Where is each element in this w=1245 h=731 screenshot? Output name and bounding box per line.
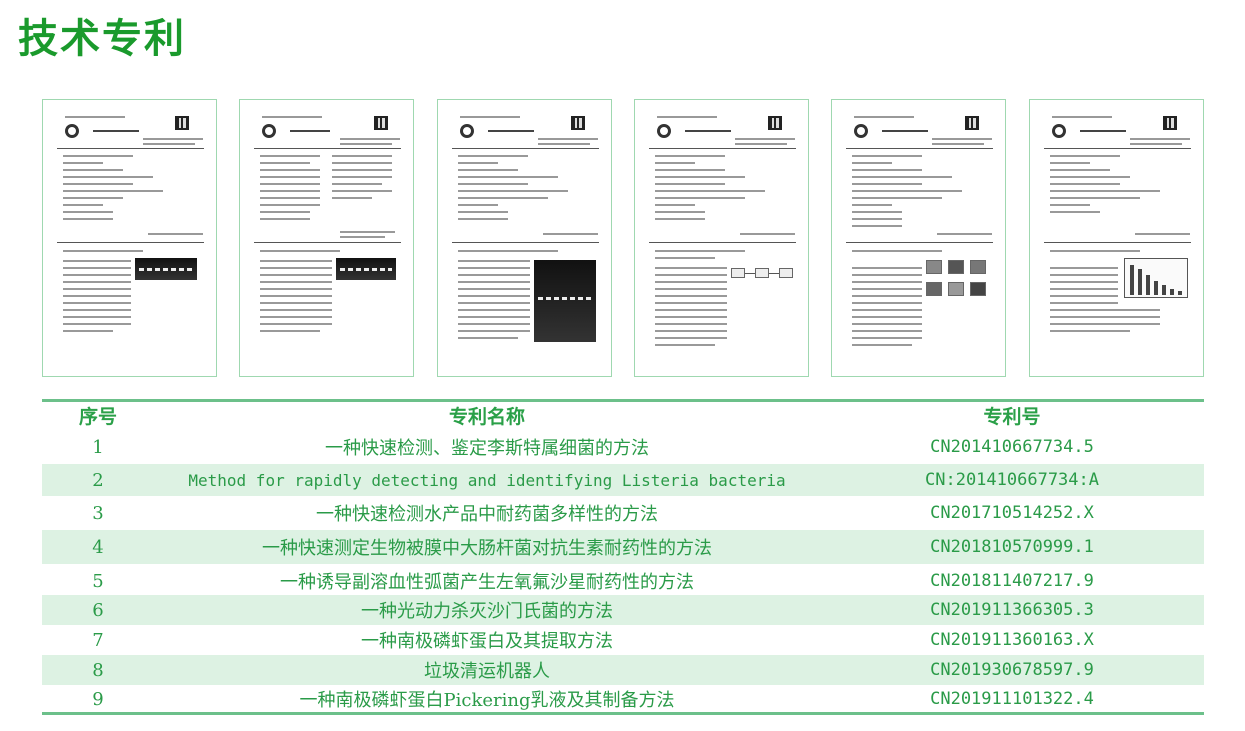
row-patent-name: 一种南极磷虾蛋白及其提取方法 [361, 631, 613, 652]
row-patent-name: 一种南极磷虾蛋白Pickering乳液及其制备方法 [299, 690, 675, 711]
table-row: 5 一种诱导副溶血性弧菌产生左氧氟沙星耐药性的方法 CN201811407217… [42, 566, 1204, 596]
row-patent-name: Method for rapidly detecting and identif… [188, 470, 786, 490]
row-index: 6 [92, 599, 104, 621]
row-patent-name: 一种快速检测水产品中耐药菌多样性的方法 [316, 504, 658, 525]
header-name: 专利名称 [448, 406, 525, 428]
row-patent-number: CN201911101322.4 [930, 689, 1094, 709]
row-patent-name: 一种光动力杀灭沙门氏菌的方法 [361, 601, 613, 622]
qr-code-icon [1163, 116, 1177, 130]
row-patent-number: CN201911360163.X [930, 630, 1094, 650]
row-patent-name: 垃圾清运机器人 [424, 661, 550, 682]
header-number: 专利号 [983, 406, 1041, 428]
patent-thumbnails [42, 99, 1205, 377]
row-patent-name: 一种快速测定生物被膜中大肠杆菌对抗生素耐药性的方法 [262, 538, 712, 559]
table-header: 序号 专利名称 专利号 [42, 404, 1204, 430]
patent-document-thumbnail[interactable] [634, 99, 809, 377]
table-row: 1 一种快速检测、鉴定李斯特属细菌的方法 CN201410667734.5 [42, 432, 1204, 462]
row-index: 5 [92, 570, 104, 592]
cnipa-logo-icon [657, 124, 671, 138]
patent-document-thumbnail[interactable] [1029, 99, 1204, 377]
table-top-rule [42, 399, 1204, 402]
qr-code-icon [571, 116, 585, 130]
qr-code-icon [175, 116, 189, 130]
row-patent-name: 一种快速检测、鉴定李斯特属细菌的方法 [325, 438, 649, 459]
table-row: 9 一种南极磷虾蛋白Pickering乳液及其制备方法 CN2019111013… [42, 685, 1204, 713]
row-patent-number: CN201810570999.1 [930, 537, 1094, 557]
qr-code-icon [965, 116, 979, 130]
row-index: 8 [92, 659, 104, 681]
page-title: 技术专利 [18, 16, 186, 62]
row-patent-number: CN201930678597.9 [930, 660, 1094, 680]
row-index: 1 [92, 436, 104, 458]
cnipa-logo-icon [1052, 124, 1066, 138]
row-index: 3 [92, 502, 104, 524]
row-index: 2 [92, 469, 104, 491]
patent-document-thumbnail[interactable] [437, 99, 612, 377]
row-patent-number: CN201710514252.X [930, 503, 1094, 523]
cnipa-logo-icon [854, 124, 868, 138]
table-row: 2 Method for rapidly detecting and ident… [42, 464, 1204, 496]
cnipa-logo-icon [65, 124, 79, 138]
row-patent-number: CN201410667734.5 [930, 437, 1094, 457]
row-patent-name: 一种诱导副溶血性弧菌产生左氧氟沙星耐药性的方法 [280, 572, 694, 593]
row-patent-number: CN201811407217.9 [930, 571, 1094, 591]
table-row: 8 垃圾清运机器人 CN201930678597.9 [42, 655, 1204, 685]
cnipa-logo-icon [460, 124, 474, 138]
table-row: 3 一种快速检测水产品中耐药菌多样性的方法 CN201710514252.X [42, 498, 1204, 528]
qr-code-icon [374, 116, 388, 130]
patent-document-thumbnail[interactable] [42, 99, 217, 377]
table-bottom-rule [42, 712, 1204, 715]
table-row: 7 一种南极磷虾蛋白及其提取方法 CN201911360163.X [42, 625, 1204, 655]
row-index: 7 [92, 629, 104, 651]
qr-code-icon [768, 116, 782, 130]
cnipa-logo-icon [262, 124, 276, 138]
patent-document-thumbnail[interactable] [239, 99, 414, 377]
row-patent-number: CN:201410667734:A [925, 470, 1099, 490]
row-index: 9 [92, 688, 104, 710]
patent-document-thumbnail[interactable] [831, 99, 1006, 377]
table-row: 6 一种光动力杀灭沙门氏菌的方法 CN201911366305.3 [42, 595, 1204, 625]
row-patent-number: CN201911366305.3 [930, 600, 1094, 620]
header-index: 序号 [78, 406, 117, 428]
row-index: 4 [92, 536, 104, 558]
table-row: 4 一种快速测定生物被膜中大肠杆菌对抗生素耐药性的方法 CN2018105709… [42, 530, 1204, 564]
